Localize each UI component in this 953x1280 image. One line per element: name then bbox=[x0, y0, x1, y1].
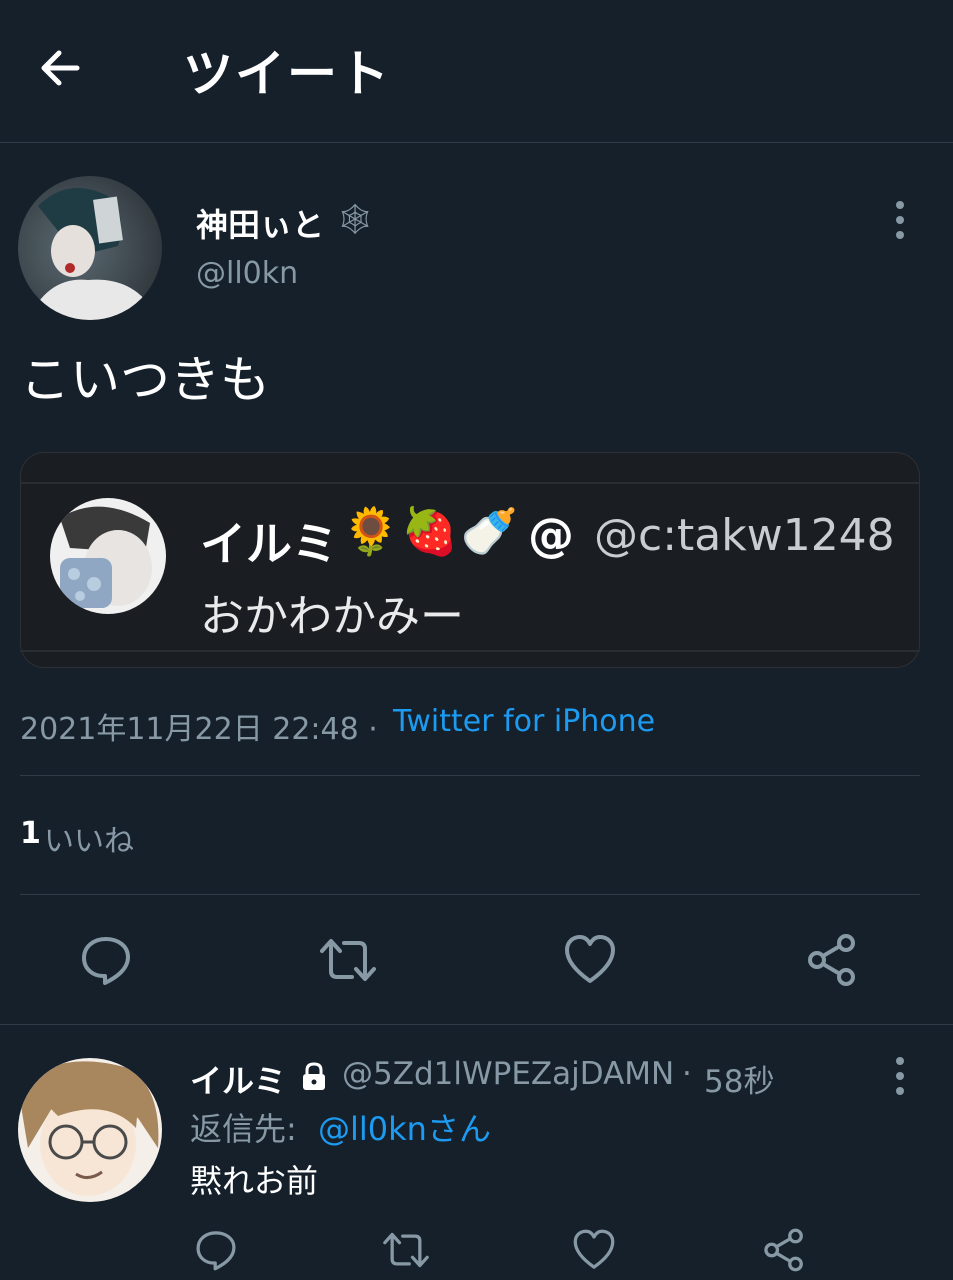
author-handle[interactable]: @ll0kn bbox=[196, 256, 298, 291]
author-avatar[interactable] bbox=[18, 176, 162, 320]
reply-time: 58秒 bbox=[704, 1064, 775, 1100]
more-vertical-icon bbox=[896, 201, 904, 239]
quoted-avatar bbox=[50, 498, 166, 614]
divider bbox=[20, 894, 920, 895]
share-icon bbox=[764, 1228, 803, 1272]
share-button[interactable] bbox=[802, 930, 862, 990]
likes-label[interactable]: いいね bbox=[44, 816, 134, 860]
quoted-author-emojis: 🌻🍓🍼 bbox=[342, 504, 520, 558]
arrow-left-icon bbox=[41, 50, 80, 86]
quoted-text: おかわかみー bbox=[200, 591, 464, 642]
lock-icon bbox=[298, 1060, 330, 1092]
reply-more-options-button[interactable] bbox=[880, 1052, 920, 1100]
reply-text: 黙れお前 bbox=[190, 1162, 319, 1200]
comment-icon bbox=[82, 937, 130, 985]
reply-author-handle[interactable]: @5Zd1lWPEZajDAMN bbox=[342, 1056, 674, 1092]
page-title: ツイート bbox=[183, 45, 391, 103]
retweet-button[interactable] bbox=[318, 930, 378, 990]
separator-dot: · bbox=[682, 1056, 692, 1092]
divider bbox=[20, 775, 920, 776]
header-bar bbox=[0, 0, 953, 143]
more-options-button[interactable] bbox=[880, 196, 920, 244]
back-button[interactable] bbox=[30, 38, 90, 98]
reply-author-name[interactable]: イルミ bbox=[190, 1056, 286, 1102]
tweet-source-link[interactable]: Twitter for iPhone bbox=[393, 704, 655, 739]
tweet-text: こいつきも bbox=[20, 351, 270, 409]
heart-icon bbox=[573, 1229, 615, 1269]
reply-share-button[interactable] bbox=[754, 1220, 814, 1280]
share-icon bbox=[808, 934, 855, 986]
reply-to-handle-link[interactable]: @ll0knさん bbox=[318, 1104, 491, 1150]
reply-to-label: 返信先: bbox=[190, 1110, 297, 1148]
reply-like-button[interactable] bbox=[564, 1220, 624, 1280]
retweet-icon bbox=[320, 939, 376, 981]
heart-icon bbox=[565, 935, 615, 983]
reply-reply-button[interactable] bbox=[186, 1220, 246, 1280]
reply-button[interactable] bbox=[76, 930, 136, 990]
like-button[interactable] bbox=[560, 930, 620, 990]
more-vertical-icon bbox=[896, 1057, 904, 1095]
reply-retweet-button[interactable] bbox=[376, 1220, 436, 1280]
likes-count[interactable]: 1 bbox=[20, 816, 41, 851]
image-divider bbox=[20, 482, 920, 484]
comment-icon bbox=[196, 1231, 236, 1271]
spiderweb-icon: 🕸 bbox=[336, 202, 375, 237]
image-divider bbox=[20, 650, 920, 652]
quoted-author-name: イルミ bbox=[200, 517, 338, 571]
retweet-icon bbox=[383, 1232, 429, 1268]
reply-author-avatar[interactable] bbox=[18, 1058, 162, 1202]
tweet-timestamp: 2021年11月22日 22:48 · bbox=[20, 712, 378, 747]
quoted-at-symbol: @ bbox=[528, 508, 574, 562]
author-name[interactable]: 神田ぃと bbox=[196, 200, 324, 246]
quoted-author-handle: @c:takw1248 bbox=[594, 510, 895, 561]
section-divider bbox=[0, 1024, 953, 1025]
